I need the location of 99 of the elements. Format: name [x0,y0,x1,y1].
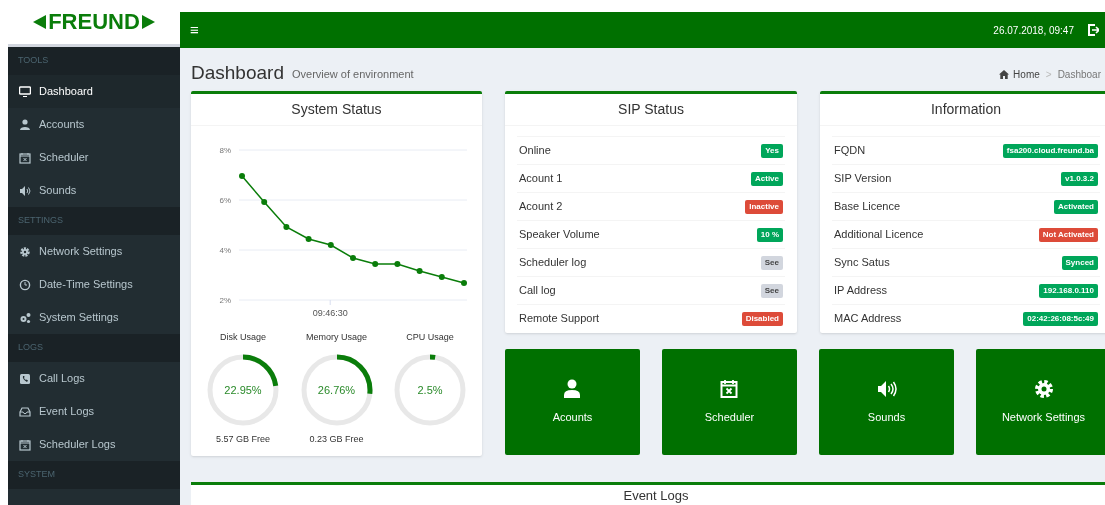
section-header: SETTINGS [18,214,63,228]
data-point [283,224,290,230]
status-badge: Active [751,171,783,186]
row-label: Additional Licence [834,227,924,243]
phone-icon [19,372,31,385]
gauge-note: 5.57 GB Free [216,432,270,446]
section-header: TOOLS [18,54,49,68]
gauge-label: Disk Usage [220,331,266,344]
logout-icon[interactable] [1088,24,1099,36]
status-badge: v1.0.3.2 [1061,171,1098,186]
sidebar-item[interactable]: Call Logs [8,362,180,395]
axis-label: 2% [219,296,231,305]
home-icon [999,70,1010,79]
gauge-label: CPU Usage [406,331,454,344]
status-badge: fsa200.cloud.freund.ba [1002,143,1098,158]
user-icon [19,118,31,131]
row-label: Scheduler log [519,255,587,271]
card-title: System Status [291,100,382,119]
row-label: FQDN [834,143,866,159]
data-point [305,236,312,242]
logo: FREUND [33,11,155,33]
sidebar-item[interactable]: System Settings [8,301,180,334]
status-badge: See [760,283,783,298]
status-badge: Synced [1061,255,1098,270]
breadcrumb-current: Dashboar [1057,68,1101,82]
axis-label: 4% [219,246,231,255]
row-label: Acount 1 [519,171,563,187]
row-label: Remote Support [519,311,600,327]
row-label: IP Address [834,283,887,299]
data-point [438,274,445,280]
axis-label: 8% [219,146,231,155]
status-badge: 10 % [756,227,783,242]
gauge-value: 2.5% [417,382,443,397]
arrow-right-icon [141,15,155,29]
speaker-icon [19,184,31,197]
data-point [239,173,245,179]
breadcrumb-separator: > [1045,68,1052,82]
row-label: Sync Satus [834,255,890,271]
axis-label: 6% [219,196,231,205]
gear-icon [1033,378,1054,399]
gauge-note: 0.23 GB Free [309,432,364,446]
shortcut-tile[interactable]: Scheduler [662,349,797,455]
sidebar-item[interactable]: Scheduler Logs [8,428,180,461]
gauge-value: 22.95% [224,382,262,397]
shortcut-tile[interactable]: Sounds [819,349,954,455]
data-point [372,261,379,267]
row-label: Online [519,143,551,159]
calendar-icon [19,151,31,164]
section-header: LOGS [18,341,43,355]
data-point [327,242,334,248]
row-label: Call log [519,283,556,299]
sidebar-item[interactable]: Date-Time Settings [8,268,180,301]
calendar-icon [19,438,31,451]
clock-icon [19,278,31,291]
status-badge: See [760,255,783,270]
row-label: Speaker Volume [519,227,600,243]
calendar-icon [719,378,740,399]
shortcut-tile[interactable]: Network Settings [976,349,1105,455]
row-label: Base Licence [834,199,901,215]
data-point [350,255,356,261]
inbox-icon [19,405,31,418]
breadcrumb-link[interactable]: Home [1013,67,1040,82]
menu-button[interactable]: ≡ [190,18,199,42]
row-label: MAC Address [834,311,902,327]
status-badge: Inactive [745,199,783,214]
sidebar-item[interactable]: Event Logs [8,395,180,428]
gear-icon [19,245,31,258]
sidebar-item[interactable]: Sounds [8,174,180,207]
data-point [416,268,423,274]
date-time: 26.07.2018, 09:47 [993,23,1074,38]
sidebar-item[interactable]: Accounts [8,108,180,141]
page-title: Dashboard [191,63,284,82]
status-badge: Activated [1054,199,1098,214]
data-point [261,199,268,205]
status-badge: Yes [761,143,783,158]
user-icon [562,378,583,399]
status-badge: Disabled [741,311,783,326]
sidebar-item[interactable]: Dashboard [8,75,180,108]
data-point [461,280,467,286]
gauge-label: Memory Usage [306,331,367,344]
row-label: Acount 2 [519,199,563,215]
sidebar-item[interactable]: Scheduler [8,141,180,174]
monitor-icon [19,85,31,98]
card-title: Information [930,100,1001,119]
axis-label: 09:46:30 [312,308,348,318]
section-header: SYSTEM [18,468,55,482]
gauge-value: 26.76% [317,382,356,397]
status-badge: 192.168.0.110 [1039,283,1098,298]
page-subtitle: Overview of environment [291,66,414,82]
sidebar-item[interactable]: Network Settings [8,235,180,268]
card-title: SIP Status [618,100,684,119]
row-label: SIP Version [834,171,892,187]
status-badge: 02:42:26:08:5c:49 [1023,311,1098,326]
gears-icon [19,311,31,324]
card-title: Event Logs [623,488,689,503]
arrow-left-icon [33,15,47,29]
data-point [394,261,401,267]
shortcut-tile[interactable]: Acounts [505,349,640,455]
status-badge: Not Activated [1038,227,1098,242]
